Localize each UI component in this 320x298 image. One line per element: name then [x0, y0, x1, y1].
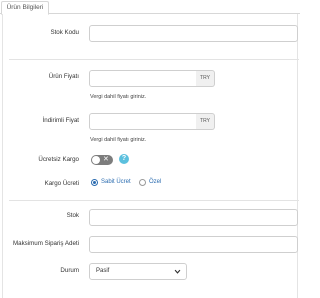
toggle-knob [92, 156, 100, 164]
radio-custom-fee[interactable] [139, 179, 146, 186]
status-select[interactable]: Pasif [89, 263, 187, 280]
price-label: Ürün Fiyatı [48, 73, 79, 80]
product-form: Stok Kodu Ürün Fiyatı TRY Vergi dahil fi… [2, 14, 299, 298]
price-currency-addon: TRY [196, 70, 215, 87]
stock-code-label: Stok Kodu [50, 29, 79, 36]
divider [9, 59, 299, 60]
stock-code-input[interactable] [89, 25, 298, 42]
stock-label: Stok [66, 212, 79, 219]
shipping-fee-label: Kargo Ücreti [44, 180, 79, 187]
status-label: Durum [60, 267, 79, 274]
discount-price-label: İndirimli Fiyat [42, 117, 79, 124]
free-shipping-label: Ücretsiz Kargo [38, 156, 79, 163]
chevron-down-icon [174, 269, 181, 274]
question-icon[interactable]: ? [119, 154, 129, 164]
tab-bar: Ürün Bilgileri [0, 0, 300, 15]
price-input[interactable] [89, 70, 197, 87]
radio-fixed-fee[interactable] [91, 179, 98, 186]
discount-price-currency-addon: TRY [196, 113, 215, 130]
price-help-text: Vergi dahil fiyatı giriniz. [90, 94, 147, 100]
close-icon: ✕ [103, 156, 109, 163]
radio-fixed-fee-label[interactable]: Sabit Ücret [101, 179, 131, 185]
discount-price-help-text: Vergi dahil fiyatı giriniz. [90, 137, 147, 143]
max-order-input[interactable] [89, 236, 298, 253]
tab-product-info[interactable]: Ürün Bilgileri [1, 1, 49, 15]
max-order-label: Maksimum Sipariş Adeti [12, 240, 79, 247]
status-selected-value: Pasif [96, 268, 110, 274]
radio-custom-fee-label[interactable]: Özel [149, 179, 161, 185]
stock-input[interactable] [89, 209, 298, 226]
discount-price-input[interactable] [89, 113, 197, 130]
free-shipping-toggle[interactable]: ✕ [91, 155, 113, 165]
divider [9, 200, 299, 201]
